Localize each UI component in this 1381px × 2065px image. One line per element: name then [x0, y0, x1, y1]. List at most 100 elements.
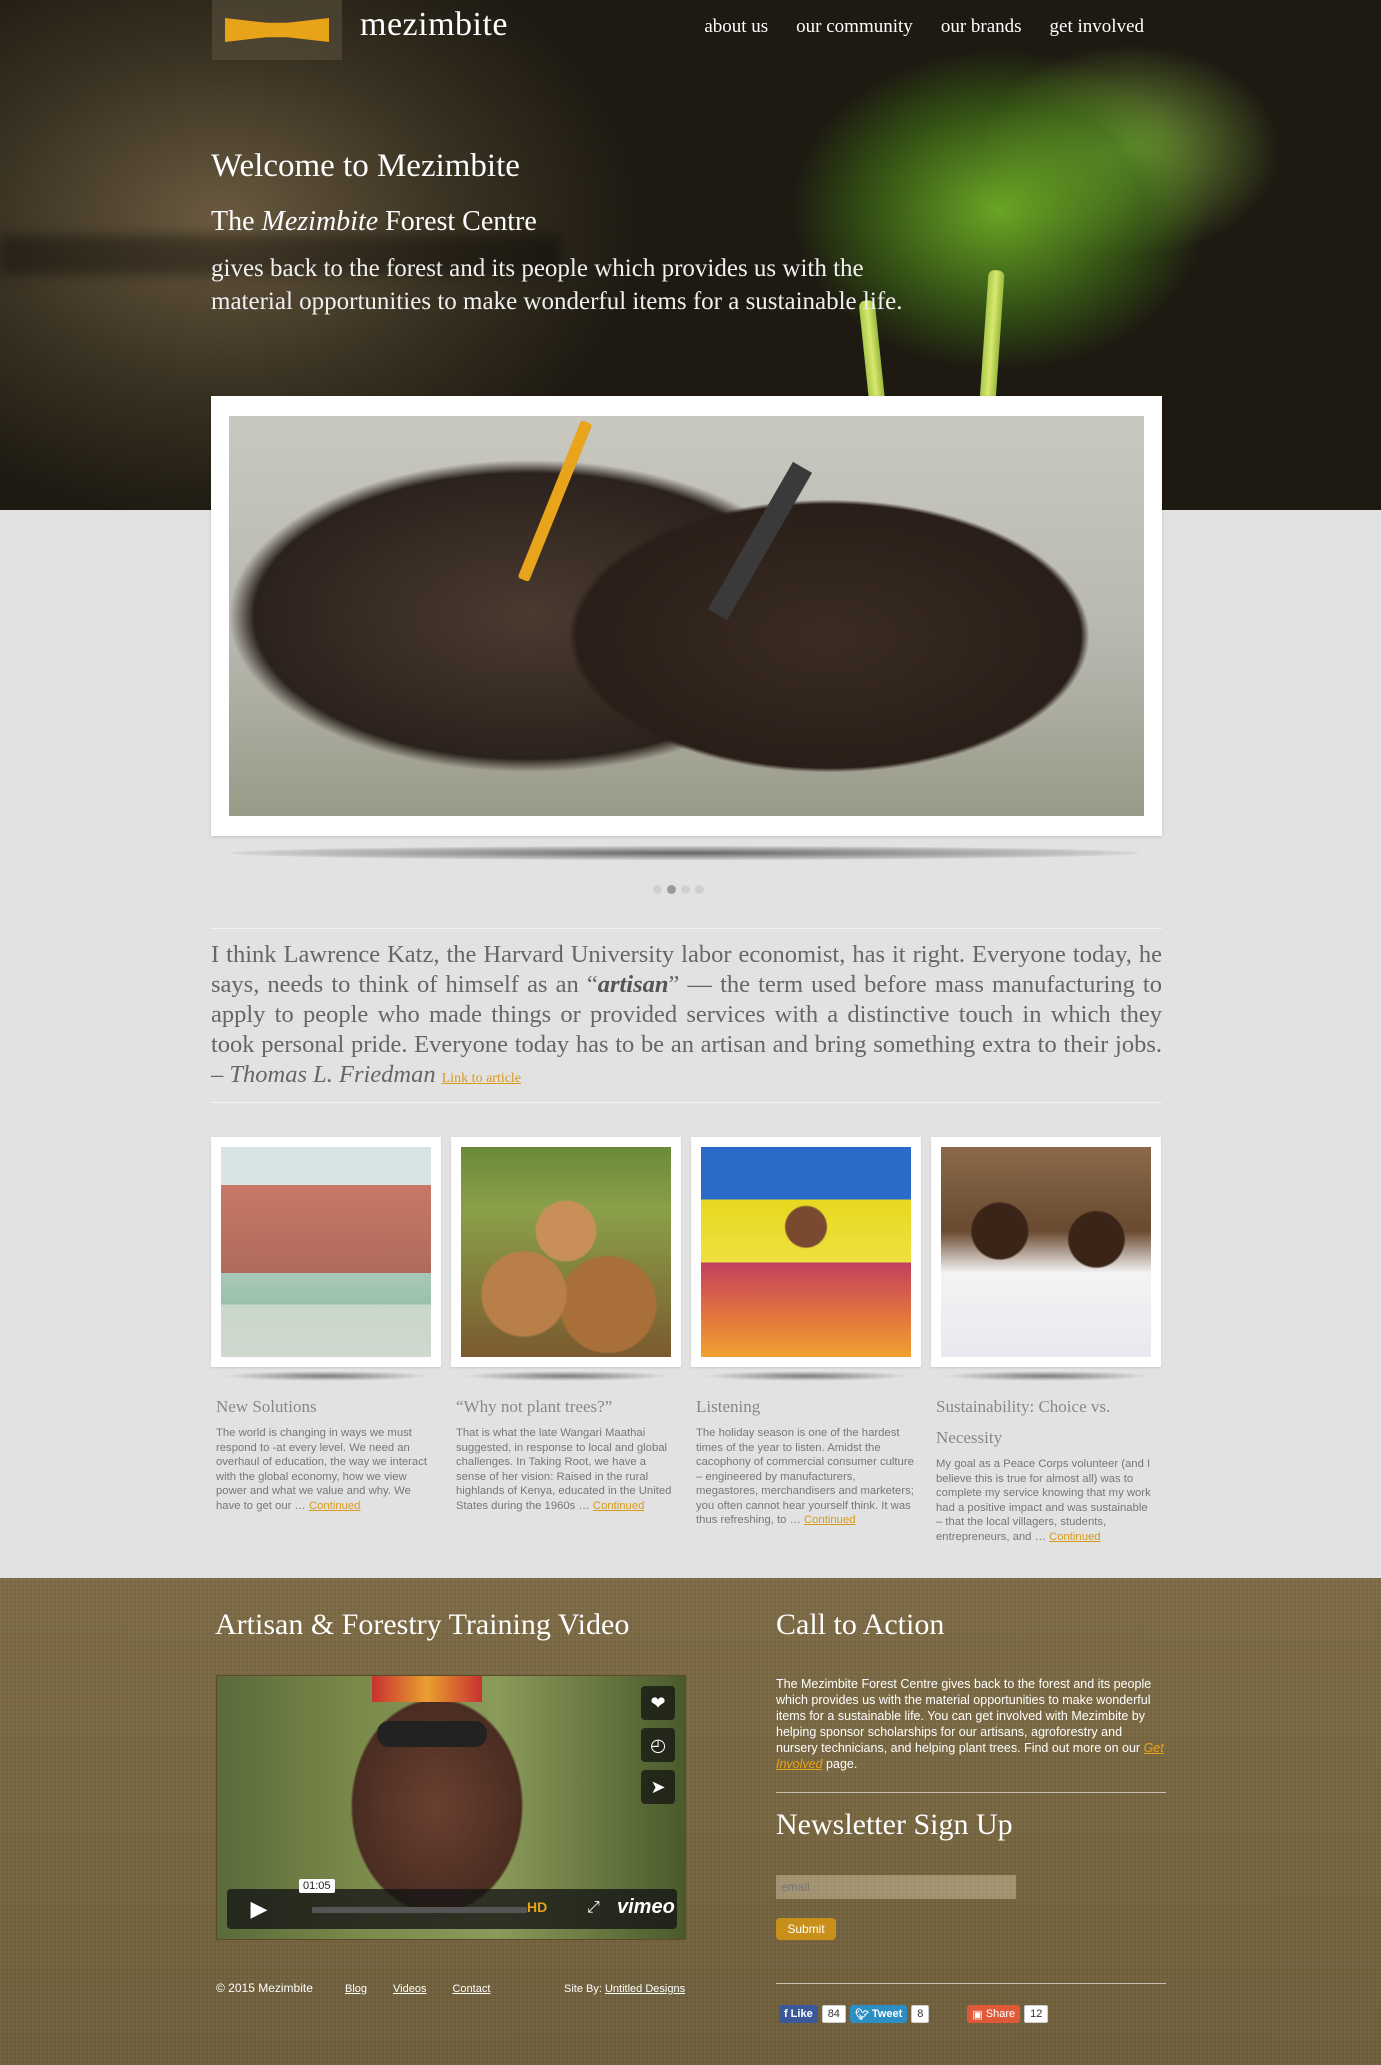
quote-author: Thomas L. Friedman — [229, 1061, 436, 1088]
article-card: “Why not plant trees?” That is what the … — [451, 1137, 681, 1513]
social-buttons: f Like 84 🐦︎ Tweet 8 ▣ Share 12 — [779, 2005, 1049, 2023]
video-side-buttons: ❤ ◴ ➤ — [641, 1686, 675, 1804]
submit-button[interactable]: Submit — [776, 1918, 836, 1940]
hero-subtitle: The Mezimbite Forest Centre — [211, 206, 537, 238]
link-to-article[interactable]: Link to article — [442, 1071, 521, 1086]
card-excerpt: The world is changing in ways we must re… — [216, 1426, 436, 1513]
carving-tool — [707, 461, 813, 621]
card-image-frame[interactable] — [451, 1137, 681, 1367]
slider-dot[interactable] — [695, 885, 704, 894]
cta-heading: Call to Action — [776, 1608, 945, 1641]
like-count: 84 — [821, 2005, 846, 2023]
card-image-frame[interactable] — [211, 1137, 441, 1367]
fullscreen-icon[interactable]: ⤢ — [587, 1897, 600, 1917]
card-title[interactable]: Listening — [696, 1391, 916, 1422]
heart-icon[interactable]: ❤ — [641, 1686, 675, 1720]
slider-shadow — [230, 846, 1140, 860]
site-credit: Site By: Untitled Designs — [564, 1983, 685, 1995]
nav-about-us[interactable]: about us — [704, 16, 768, 38]
share-count: 12 — [1024, 2005, 1049, 2023]
vimeo-logo[interactable]: vimeo — [617, 1896, 675, 1919]
cta-body: The Mezimbite Forest Centre gives back t… — [776, 1677, 1152, 1755]
share-button[interactable]: ▣ Share — [967, 2005, 1021, 2023]
cta-body-end: page. — [822, 1757, 858, 1771]
card-excerpt: My goal as a Peace Corps volunteer (and … — [936, 1457, 1156, 1544]
article-card: New Solutions The world is changing in w… — [211, 1137, 441, 1513]
slider-dot-active[interactable] — [667, 885, 676, 894]
continued-link[interactable]: Continued — [1049, 1531, 1101, 1543]
email-field[interactable] — [776, 1875, 1016, 1899]
video-heading: Artisan & Forestry Training Video — [215, 1608, 630, 1641]
continued-link[interactable]: Continued — [804, 1514, 856, 1526]
tweet-count: 8 — [911, 2005, 930, 2023]
footer-links: Blog Videos Contact — [345, 1983, 490, 1995]
nav-our-brands[interactable]: our brands — [941, 16, 1022, 38]
play-icon[interactable]: ▶ — [227, 1889, 291, 1929]
twitter-icon: 🐦︎ — [854, 2008, 869, 2021]
card-excerpt: The holiday season is one of the hardest… — [696, 1426, 916, 1528]
facebook-like-button[interactable]: f Like — [779, 2005, 818, 2023]
friedman-quote: I think Lawrence Katz, the Harvard Unive… — [211, 940, 1162, 1094]
share-label: Share — [985, 2008, 1016, 2020]
facebook-icon: f — [784, 2008, 788, 2020]
brand-name[interactable]: mezimbite — [360, 6, 508, 44]
tweet-label: Tweet — [871, 2008, 903, 2020]
footer-link-videos[interactable]: Videos — [393, 1983, 426, 1995]
card-thumbnail — [701, 1147, 911, 1357]
footer: Artisan & Forestry Training Video ❤ ◴ ➤ … — [0, 1578, 1381, 2065]
slider-dots — [653, 885, 704, 894]
image-slider[interactable] — [211, 396, 1162, 836]
footer-divider — [776, 1792, 1166, 1793]
hd-badge[interactable]: HD — [527, 1899, 547, 1915]
like-label: Like — [790, 2008, 813, 2020]
hero-text: gives back to the forest and its people … — [211, 255, 903, 315]
hero-title: Welcome to Mezimbite — [211, 148, 520, 184]
card-excerpt-text: The holiday season is one of the hardest… — [696, 1427, 914, 1526]
bowtie-logo-icon — [225, 18, 329, 42]
article-card: Sustainability: Choice vs. Necessity My … — [931, 1137, 1161, 1544]
site-credit-label: Site By: — [564, 1983, 605, 1995]
share-icon: ▣ — [972, 2008, 983, 2021]
card-image-frame[interactable] — [691, 1137, 921, 1367]
slider-dot[interactable] — [681, 885, 690, 894]
clock-icon[interactable]: ◴ — [641, 1728, 675, 1762]
tweet-button[interactable]: 🐦︎ Tweet — [849, 2005, 908, 2023]
newsletter-heading: Newsletter Sign Up — [776, 1808, 1013, 1841]
video-time: 01:05 — [299, 1879, 335, 1893]
card-image-frame[interactable] — [931, 1137, 1161, 1367]
card-title[interactable]: New Solutions — [216, 1391, 436, 1422]
divider — [211, 928, 1162, 929]
logo[interactable] — [212, 0, 342, 60]
card-title[interactable]: “Why not plant trees?” — [456, 1391, 676, 1422]
card-thumbnail — [941, 1147, 1151, 1357]
video-player[interactable]: ❤ ◴ ➤ ▶ 01:05 HD ⤢ vimeo — [216, 1675, 686, 1940]
footer-link-blog[interactable]: Blog — [345, 1983, 367, 1995]
video-frame-sunglasses — [377, 1721, 487, 1747]
continued-link[interactable]: Continued — [309, 1500, 361, 1512]
untitled-designs-link[interactable]: Untitled Designs — [605, 1983, 685, 1995]
video-progress-track[interactable] — [312, 1907, 527, 1913]
article-card: Listening The holiday season is one of t… — [691, 1137, 921, 1528]
footer-link-contact[interactable]: Contact — [452, 1983, 490, 1995]
quote-emphasis: artisan — [597, 971, 669, 998]
pencil — [517, 419, 593, 583]
hero-subtitle-post: Forest Centre — [378, 206, 537, 237]
card-shadow — [461, 1371, 671, 1381]
slide-image-hands-carving — [229, 416, 1144, 816]
hero-subtitle-pre: The — [211, 206, 262, 237]
nav-get-involved[interactable]: get involved — [1050, 16, 1144, 38]
card-shadow — [221, 1371, 431, 1381]
card-excerpt-text: My goal as a Peace Corps volunteer (and … — [936, 1458, 1151, 1543]
card-thumbnail — [221, 1147, 431, 1357]
slider-dot[interactable] — [653, 885, 662, 894]
hero-subtitle-em: Mezimbite — [261, 206, 379, 237]
copyright: © 2015 Mezimbite — [216, 1981, 313, 1995]
nav-our-community[interactable]: our community — [796, 16, 913, 38]
send-icon[interactable]: ➤ — [641, 1770, 675, 1804]
main-nav: about us our community our brands get in… — [704, 16, 1144, 38]
card-shadow — [941, 1371, 1151, 1381]
continued-link[interactable]: Continued — [593, 1500, 645, 1512]
footer-divider — [776, 1983, 1166, 1984]
card-title[interactable]: Sustainability: Choice vs. Necessity — [936, 1391, 1156, 1453]
video-controls: ▶ 01:05 HD ⤢ vimeo — [227, 1879, 677, 1929]
